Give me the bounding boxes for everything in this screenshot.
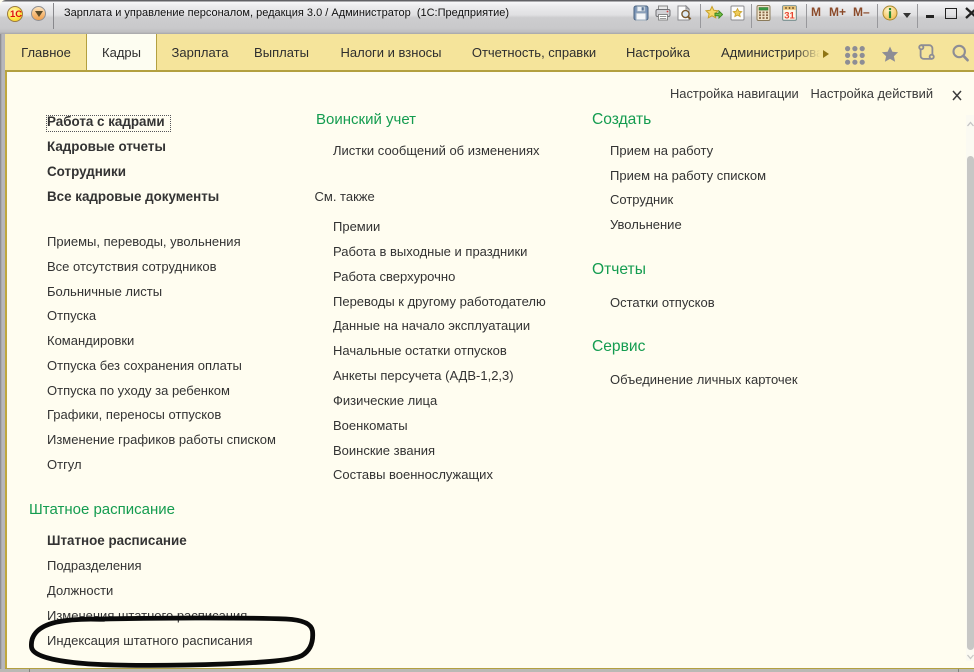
svg-text:31: 31 (784, 11, 795, 21)
